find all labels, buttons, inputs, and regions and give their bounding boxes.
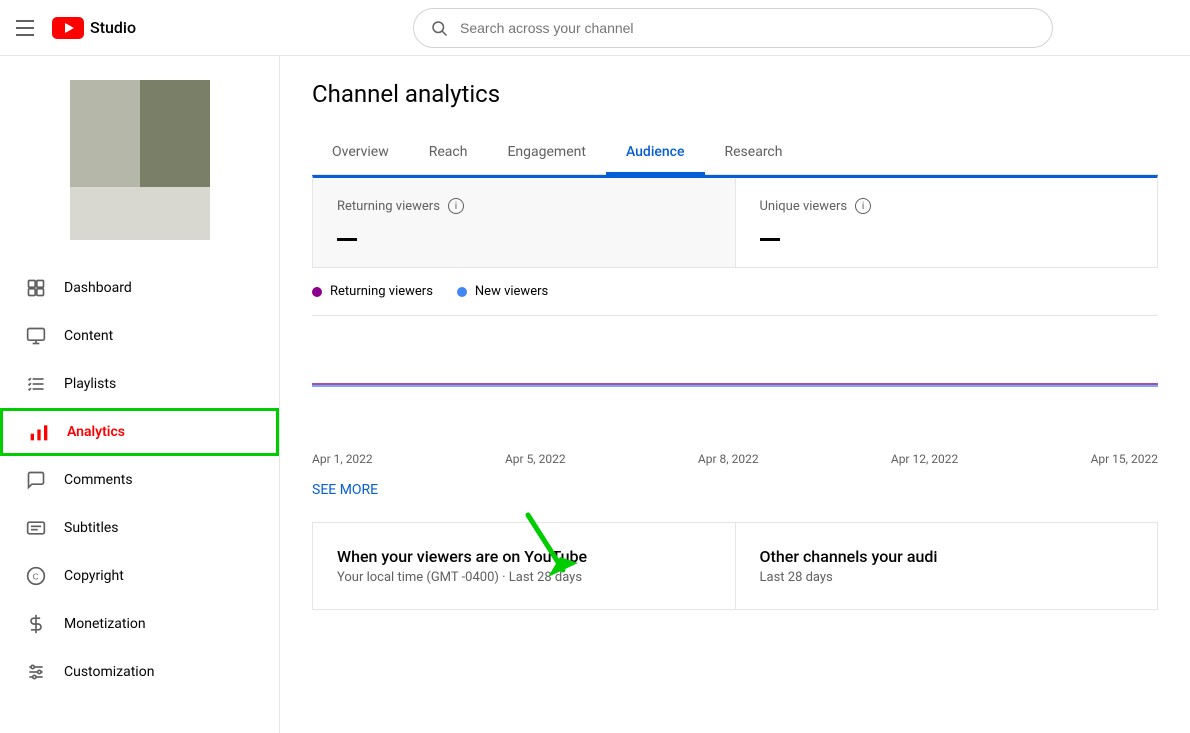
tab-reach[interactable]: Reach xyxy=(409,132,488,175)
other-channels-subtitle: Last 28 days xyxy=(760,570,1134,585)
see-more-link[interactable]: SEE MORE xyxy=(312,474,378,506)
metric-card-returning-label: Returning viewers i xyxy=(337,198,711,214)
chart-date-5: Apr 15, 2022 xyxy=(1091,452,1158,466)
chart-legend: Returning viewers New viewers xyxy=(312,268,1158,315)
customization-icon xyxy=(24,660,48,684)
sidebar-item-label-comments: Comments xyxy=(64,472,133,488)
metric-card-unique: Unique viewers i xyxy=(736,178,1158,267)
tabs: Overview Reach Engagement Audience Resea… xyxy=(312,132,1158,175)
header: Studio xyxy=(0,0,1190,56)
sidebar-item-label-dashboard: Dashboard xyxy=(64,280,132,296)
sidebar-item-subtitles[interactable]: Subtitles xyxy=(0,504,279,552)
bottom-card-other-channels: Other channels your audi Last 28 days xyxy=(736,523,1158,609)
tab-overview[interactable]: Overview xyxy=(312,132,409,175)
chart-date-4: Apr 12, 2022 xyxy=(891,452,958,466)
avatar-tile-3 xyxy=(70,187,210,240)
bottom-section: When your viewers are on YouTube Your lo… xyxy=(312,522,1158,610)
subtitles-icon xyxy=(24,516,48,540)
sidebar-item-content[interactable]: Content xyxy=(0,312,279,360)
avatar-tile-1 xyxy=(70,80,140,187)
sidebar: Dashboard Content xyxy=(0,56,280,733)
sidebar-item-customization[interactable]: Customization xyxy=(0,648,279,696)
main-content: Channel analytics Overview Reach Engagem… xyxy=(280,56,1190,733)
studio-wordmark: Studio xyxy=(90,18,136,37)
legend-dot-returning xyxy=(312,287,322,297)
dashboard-icon xyxy=(24,276,48,300)
sidebar-item-dashboard[interactable]: Dashboard xyxy=(0,264,279,312)
page-title: Channel analytics xyxy=(312,80,1158,108)
sidebar-item-copyright[interactable]: C Copyright xyxy=(0,552,279,600)
analytics-icon xyxy=(27,420,51,444)
sidebar-item-label-subtitles: Subtitles xyxy=(64,520,119,536)
avatar-mosaic xyxy=(70,80,210,240)
hamburger-icon[interactable] xyxy=(16,16,40,40)
sidebar-item-label-copyright: Copyright xyxy=(64,568,124,584)
layout: Dashboard Content xyxy=(0,56,1190,733)
other-channels-title: Other channels your audi xyxy=(760,547,1134,566)
sidebar-item-label-playlists: Playlists xyxy=(64,376,116,392)
tab-research[interactable]: Research xyxy=(705,132,803,175)
comments-icon xyxy=(24,468,48,492)
search-input-wrapper[interactable] xyxy=(413,8,1053,48)
sidebar-item-label-customization: Customization xyxy=(64,664,154,680)
metric-cards: Returning viewers i Unique viewers i xyxy=(312,175,1158,268)
sidebar-item-label-analytics: Analytics xyxy=(67,424,125,440)
svg-text:C: C xyxy=(33,571,39,581)
avatar-tile-2 xyxy=(140,80,210,187)
sidebar-item-label-monetization: Monetization xyxy=(64,616,146,632)
sidebar-item-analytics[interactable]: Analytics xyxy=(0,408,279,456)
content-icon xyxy=(24,324,48,348)
chart-svg xyxy=(312,324,1158,444)
search-icon xyxy=(430,19,448,37)
metric-card-returning-value xyxy=(337,222,711,247)
when-viewers-title: When your viewers are on YouTube xyxy=(337,547,711,566)
when-viewers-subtitle: Your local time (GMT -0400) · Last 28 da… xyxy=(337,570,711,585)
sidebar-item-comments[interactable]: Comments xyxy=(0,456,279,504)
search-input[interactable] xyxy=(460,20,1036,36)
logo-area: Studio xyxy=(52,17,136,39)
tab-engagement[interactable]: Engagement xyxy=(487,132,605,175)
chart-date-2: Apr 5, 2022 xyxy=(505,452,566,466)
chart-date-1: Apr 1, 2022 xyxy=(312,452,373,466)
legend-item-new: New viewers xyxy=(457,284,548,299)
metric-card-unique-label: Unique viewers i xyxy=(760,198,1134,214)
legend-dot-new xyxy=(457,287,467,297)
youtube-logo-icon xyxy=(52,17,84,39)
chart-dates: Apr 1, 2022 Apr 5, 2022 Apr 8, 2022 Apr … xyxy=(312,444,1158,474)
chart-date-3: Apr 8, 2022 xyxy=(698,452,759,466)
playlists-icon xyxy=(24,372,48,396)
channel-avatar xyxy=(0,64,279,264)
sidebar-item-playlists[interactable]: Playlists xyxy=(0,360,279,408)
header-left: Studio xyxy=(16,16,276,40)
unique-viewers-info-icon[interactable]: i xyxy=(855,198,871,214)
chart-area: Apr 1, 2022 Apr 5, 2022 Apr 8, 2022 Apr … xyxy=(312,315,1158,506)
search-bar xyxy=(413,8,1053,48)
legend-item-returning: Returning viewers xyxy=(312,284,433,299)
metric-card-returning: Returning viewers i xyxy=(313,178,736,267)
copyright-icon: C xyxy=(24,564,48,588)
sidebar-item-monetization[interactable]: Monetization xyxy=(0,600,279,648)
returning-viewers-info-icon[interactable]: i xyxy=(448,198,464,214)
tab-audience[interactable]: Audience xyxy=(606,132,705,175)
monetization-icon xyxy=(24,612,48,636)
sidebar-item-label-content: Content xyxy=(64,328,113,344)
metric-card-unique-value xyxy=(760,222,1134,247)
bottom-card-when-viewers: When your viewers are on YouTube Your lo… xyxy=(313,523,736,609)
